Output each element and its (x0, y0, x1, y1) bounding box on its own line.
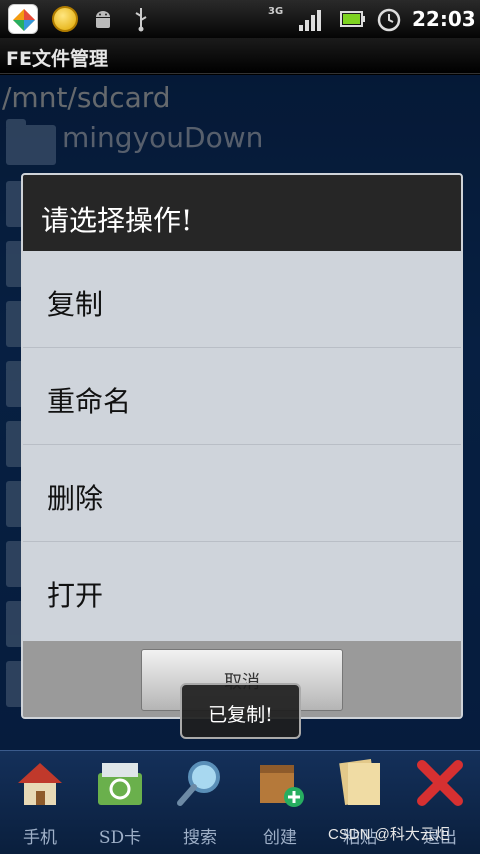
option-label: 删除 (47, 482, 104, 515)
signal-icon (298, 8, 324, 32)
dialog-options: 复制 重命名 删除 打开 (23, 251, 461, 641)
toolbar-phone-button[interactable]: 手机 (0, 751, 80, 854)
toolbar-search-button[interactable]: 搜索 (160, 751, 240, 854)
sd-card-recycle-icon (98, 763, 142, 805)
dialog-header: 请选择操作! (23, 175, 461, 251)
toolbar-sdcard-button[interactable]: SD卡 (80, 751, 160, 854)
coin-icon (52, 6, 78, 32)
papers-icon (339, 758, 380, 806)
usb-icon (132, 6, 150, 32)
toolbar-create-button[interactable]: 创建 (240, 751, 320, 854)
option-delete[interactable]: 删除 (23, 445, 461, 542)
dialog-title: 请选择操作! (41, 204, 193, 237)
app-title-bar: FE文件管理 (0, 38, 480, 74)
magnifier-icon (177, 761, 220, 806)
app-title: FE文件管理 (6, 48, 108, 70)
toolbar-label: 搜索 (183, 828, 217, 848)
house-icon (18, 763, 62, 805)
operation-dialog: 请选择操作! 复制 重命名 删除 打开 取消 (21, 173, 463, 719)
battery-icon (340, 10, 366, 28)
network-type-label: 3G (268, 6, 284, 17)
alarm-clock-icon (376, 6, 402, 32)
toolbar-label: SD卡 (98, 828, 142, 848)
status-time: 22:03 (412, 7, 476, 31)
toast-message: 已复制! (180, 683, 301, 739)
create-box-icon (260, 765, 304, 807)
option-label: 打开 (47, 579, 104, 612)
toast-text: 已复制! (208, 704, 273, 726)
android-icon (92, 8, 114, 30)
toolbar-label: 创建 (263, 828, 297, 848)
status-bar: 3G 22:03 (0, 0, 480, 38)
red-x-icon (417, 760, 463, 806)
option-open[interactable]: 打开 (23, 542, 461, 639)
toolbar-label: 手机 (23, 828, 57, 848)
watermark-text: CSDN @科大云炬 (328, 826, 450, 843)
option-copy[interactable]: 复制 (23, 251, 461, 348)
option-label: 复制 (47, 288, 104, 321)
option-rename[interactable]: 重命名 (23, 348, 461, 445)
option-label: 重命名 (47, 385, 132, 418)
app-store-icon (8, 4, 38, 34)
